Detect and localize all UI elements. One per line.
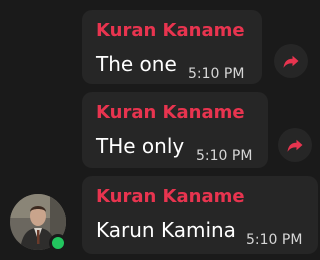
message-bubble[interactable]: Kuran Kaname The one 5:10 PM [82, 10, 262, 84]
message-time: 5:10 PM [196, 148, 253, 164]
message-bubble[interactable]: Kuran Kaname THe only 5:10 PM [82, 92, 268, 168]
message-time: 5:10 PM [188, 66, 245, 82]
message-text: The one [96, 52, 177, 76]
sender-name[interactable]: Kuran Kaname [96, 20, 245, 41]
chat-thread: Kuran Kaname The one 5:10 PM Kuran Kanam… [0, 0, 320, 260]
forward-button[interactable] [274, 44, 308, 78]
share-arrow-icon [283, 55, 299, 68]
forward-button[interactable] [278, 128, 312, 162]
message-bubble[interactable]: Kuran Kaname Karun Kamina 5:10 PM [82, 176, 318, 254]
online-status-indicator [49, 234, 67, 252]
message-text: Karun Kamina [96, 218, 236, 242]
sender-name[interactable]: Kuran Kaname [96, 186, 245, 207]
sender-name[interactable]: Kuran Kaname [96, 102, 245, 123]
message-text: THe only [96, 134, 185, 158]
share-arrow-icon [287, 139, 303, 152]
message-time: 5:10 PM [246, 232, 303, 248]
